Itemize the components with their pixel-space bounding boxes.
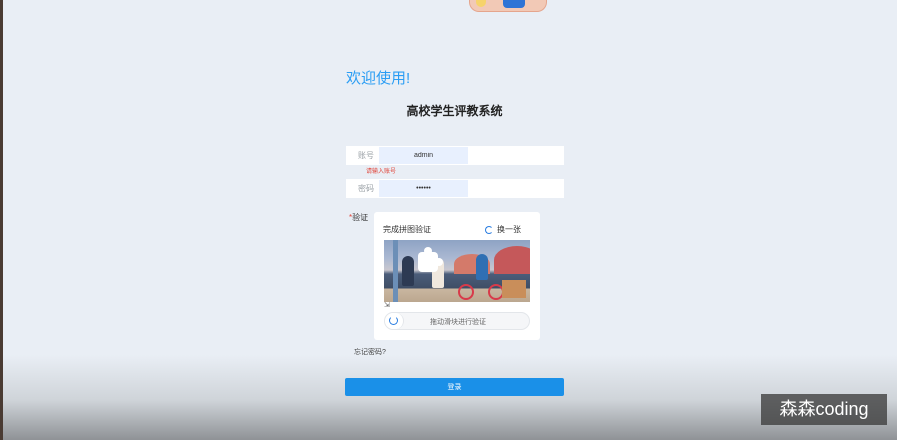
image-boxes — [502, 280, 526, 298]
banner-icon — [503, 0, 525, 8]
system-title: 高校学生评教系统 — [406, 104, 503, 118]
password-label: 密码 — [358, 184, 374, 193]
password-input[interactable] — [379, 180, 468, 197]
captcha-panel: 完成拼图验证 换一张 ⇲ 拖动滑块进行验证 — [374, 212, 540, 340]
puzzle-piece-icon[interactable]: ⇲ — [384, 302, 398, 310]
image-hill — [494, 246, 530, 274]
video-watermark: 森森coding — [761, 394, 887, 425]
image-student — [402, 256, 414, 286]
captcha-title: 完成拼图验证 — [383, 225, 431, 234]
forgot-password-link[interactable]: 忘记密码? — [354, 347, 386, 357]
login-button[interactable]: 登录 — [345, 378, 564, 396]
captcha-label-text: 验证 — [352, 213, 369, 222]
password-field-row: 密码 — [346, 179, 564, 198]
captcha-puzzle-image — [384, 240, 530, 302]
slider-hint-text: 拖动滑块进行验证 — [430, 319, 486, 326]
slider-refresh-icon — [389, 316, 398, 325]
account-error-text: 请输入账号 — [366, 169, 397, 175]
image-student — [476, 254, 488, 280]
welcome-text: 欢迎使用! — [346, 70, 411, 87]
refresh-captcha-button[interactable]: 换一张 — [485, 224, 521, 235]
captcha-label: *验证 — [349, 212, 368, 223]
captcha-slider-track[interactable]: 拖动滑块进行验证 — [384, 312, 530, 330]
account-label: 账号 — [358, 151, 374, 160]
bicycle-wheel — [458, 284, 474, 300]
account-input[interactable] — [379, 147, 468, 164]
account-field-row: 账号 — [346, 146, 564, 165]
puzzle-hole — [418, 247, 443, 272]
image-pole — [393, 240, 398, 302]
sun-icon — [476, 0, 486, 7]
refresh-icon — [485, 225, 493, 234]
top-decoration-image — [469, 0, 547, 12]
slider-handle[interactable] — [385, 313, 404, 329]
refresh-label: 换一张 — [497, 225, 521, 234]
